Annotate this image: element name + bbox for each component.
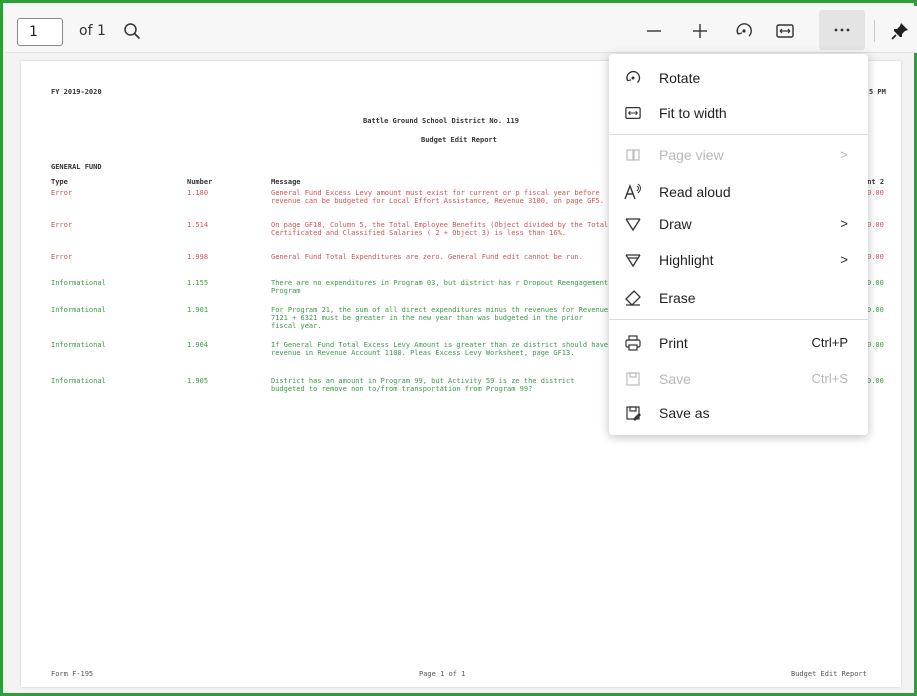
row-message: On page GF18, Column 5, the Total Employ… bbox=[271, 221, 609, 237]
menu-item-draw[interactable]: Draw > bbox=[609, 206, 868, 242]
row-amount: 0.00 bbox=[867, 279, 884, 287]
app-frame: 1 of 1 FY 2019-2020 5 PM Battle Ground S… bbox=[0, 0, 917, 696]
zoom-in-icon[interactable] bbox=[684, 16, 716, 46]
row-amount: 0.00 bbox=[867, 189, 884, 197]
row-message: For Program 21, the sum of all direct ex… bbox=[271, 306, 609, 330]
menu-item-highlight[interactable]: Highlight > bbox=[609, 242, 868, 278]
menu-item-fit-to-width[interactable]: Fit to width bbox=[609, 95, 868, 131]
fit-to-width-icon bbox=[623, 103, 643, 123]
chevron-right-icon: > bbox=[840, 147, 848, 162]
row-number: 1.904 bbox=[187, 341, 209, 349]
menu-item-save[interactable]: Save Ctrl+S bbox=[609, 361, 868, 397]
fund-heading: GENERAL FUND bbox=[51, 163, 102, 171]
read-aloud-icon bbox=[623, 182, 643, 202]
menu-item-label: Save bbox=[659, 371, 691, 387]
row-message: General Fund Excess Levy amount must exi… bbox=[271, 189, 604, 205]
more-icon[interactable] bbox=[819, 10, 865, 50]
row-type: Error bbox=[51, 253, 73, 261]
menu-item-rotate[interactable]: Rotate bbox=[609, 60, 868, 96]
row-type: Informational bbox=[51, 341, 106, 349]
menu-divider bbox=[609, 134, 868, 135]
row-number: 1.998 bbox=[187, 253, 209, 261]
menu-item-label: Page view bbox=[659, 147, 724, 163]
menu-item-label: Draw bbox=[659, 216, 692, 232]
pdf-toolbar: 1 of 1 bbox=[6, 6, 917, 53]
row-type: Informational bbox=[51, 377, 106, 385]
rotate-icon bbox=[623, 68, 643, 88]
row-amount: 0.00 bbox=[867, 341, 884, 349]
rotate-icon[interactable] bbox=[728, 16, 760, 46]
column-header-type: Type bbox=[51, 178, 68, 186]
menu-item-read-aloud[interactable]: Read aloud bbox=[609, 174, 868, 210]
menu-item-label: Erase bbox=[659, 290, 696, 306]
draw-icon bbox=[623, 214, 643, 234]
row-type: Informational bbox=[51, 279, 106, 287]
menu-item-label: Print bbox=[659, 335, 688, 351]
footer-form-label: Form F-195 bbox=[51, 670, 94, 678]
row-number: 1.514 bbox=[187, 221, 209, 229]
page-number-input[interactable]: 1 bbox=[17, 18, 63, 46]
row-amount: 0.00 bbox=[867, 253, 884, 261]
row-amount: 0.00 bbox=[867, 306, 884, 314]
row-message: If General Fund Total Excess Levy Amount… bbox=[271, 341, 609, 357]
menu-item-save-as[interactable]: Save as bbox=[609, 395, 868, 431]
search-icon[interactable] bbox=[116, 16, 148, 46]
toolbar-divider bbox=[874, 20, 875, 42]
menu-item-erase[interactable]: Erase bbox=[609, 280, 868, 316]
menu-item-shortcut: Ctrl+P bbox=[811, 335, 848, 350]
report-fiscal-year: FY 2019-2020 bbox=[51, 88, 102, 96]
page-view-icon bbox=[623, 145, 643, 165]
row-type: Error bbox=[51, 189, 73, 197]
menu-item-label: Rotate bbox=[659, 70, 701, 86]
highlight-icon bbox=[623, 250, 643, 270]
chevron-right-icon: > bbox=[840, 216, 848, 231]
page-count-label: of 1 bbox=[79, 23, 106, 39]
chevron-right-icon: > bbox=[840, 252, 848, 267]
row-message: There are no expenditures in Program 03,… bbox=[271, 279, 609, 295]
row-type: Error bbox=[51, 221, 73, 229]
menu-item-print[interactable]: Print Ctrl+P bbox=[609, 325, 868, 361]
column-header-number: Number bbox=[187, 178, 213, 186]
footer-page-label: Page 1 of 1 bbox=[419, 670, 466, 678]
fit-to-width-icon[interactable] bbox=[769, 16, 801, 46]
pin-icon[interactable] bbox=[884, 16, 916, 46]
zoom-out-icon[interactable] bbox=[638, 16, 670, 46]
menu-item-page-view[interactable]: Page view > bbox=[609, 137, 868, 173]
report-time: 5 PM bbox=[869, 88, 886, 96]
report-title: Battle Ground School District No. 119 bbox=[363, 117, 519, 125]
menu-item-shortcut: Ctrl+S bbox=[811, 371, 848, 386]
row-number: 1.155 bbox=[187, 279, 209, 287]
more-options-menu: Rotate Fit to width Page view > Read alo… bbox=[609, 54, 868, 435]
printer-icon bbox=[623, 333, 643, 353]
row-number: 1.901 bbox=[187, 306, 209, 314]
row-number: 1.180 bbox=[187, 189, 209, 197]
footer-report-label: Budget Edit Report bbox=[791, 670, 867, 678]
report-subtitle: Budget Edit Report bbox=[421, 136, 497, 144]
row-amount: 0.00 bbox=[867, 377, 884, 385]
row-number: 1.905 bbox=[187, 377, 209, 385]
column-header-message: Message bbox=[271, 178, 301, 186]
menu-item-label: Save as bbox=[659, 405, 710, 421]
row-amount: 0.00 bbox=[867, 221, 884, 229]
menu-divider bbox=[609, 319, 868, 320]
row-type: Informational bbox=[51, 306, 106, 314]
save-as-icon bbox=[623, 403, 643, 423]
menu-item-label: Fit to width bbox=[659, 105, 727, 121]
row-message: District has an amount in Program 99, bu… bbox=[271, 377, 575, 393]
menu-item-label: Read aloud bbox=[659, 184, 731, 200]
eraser-icon bbox=[623, 288, 643, 308]
save-icon bbox=[623, 369, 643, 389]
menu-item-label: Highlight bbox=[659, 252, 714, 268]
row-message: General Fund Total Expenditures are zero… bbox=[271, 253, 583, 261]
